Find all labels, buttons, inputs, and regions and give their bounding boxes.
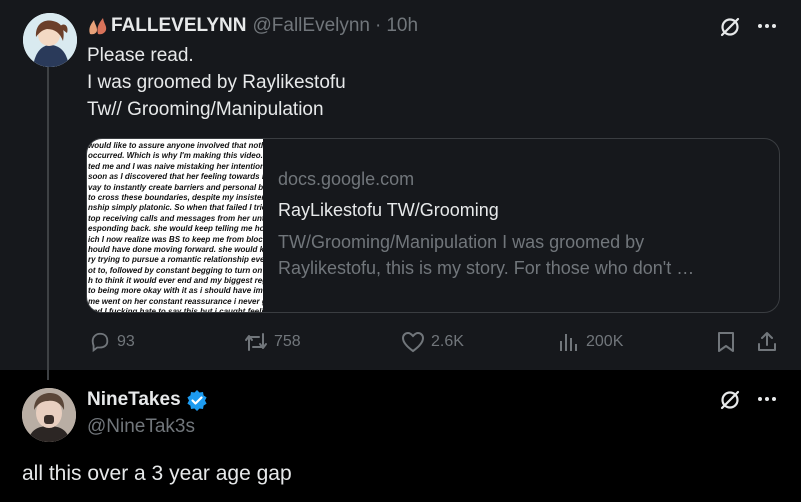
reply-avatar[interactable]	[22, 388, 76, 442]
document-thumbnail: would like to assure anyone involved tha…	[87, 139, 263, 312]
post-separator: ·	[375, 15, 382, 36]
link-title: RayLikestofu TW/Grooming	[278, 200, 499, 220]
thumbnail-text-line: soon as I discovered that her feeling to…	[88, 172, 263, 182]
reply-icon	[91, 332, 109, 353]
repost-button[interactable]: 758	[244, 331, 301, 353]
thumbnail-text-line: would like to assure anyone involved tha…	[88, 141, 263, 150]
views-button[interactable]: 200K	[558, 331, 623, 353]
like-button[interactable]: 2.6K	[401, 331, 464, 353]
thumbnail-text-line: and I fucking hate to say this but i cau…	[88, 307, 263, 312]
repost-icon	[245, 333, 267, 351]
views-count: 200K	[586, 333, 624, 350]
no-signal-icon[interactable]	[716, 387, 744, 413]
verified-icon	[186, 389, 208, 411]
reply-header: NineTakes	[87, 389, 208, 411]
share-icon[interactable]	[754, 329, 780, 355]
thumbnail-text-line: occurred. Which is why I'm making this v…	[88, 151, 263, 161]
avatar[interactable]	[23, 13, 77, 67]
post-text-line-1: Please read.	[87, 45, 194, 66]
thumbnail-text-line: ry trying to pursue a romantic relations…	[88, 255, 263, 265]
post-header: FALLEVELYNN @FallEvelynn · 10h	[87, 15, 418, 37]
thumbnail-text-line: esponding back. she would keep telling m…	[88, 224, 263, 234]
thumbnail-text-line: nship simply platonic. So when that fail…	[88, 203, 263, 213]
more-icon[interactable]	[754, 387, 780, 411]
link-preview-card[interactable]: would like to assure anyone involved tha…	[86, 138, 780, 313]
more-icon[interactable]	[754, 14, 780, 38]
thumbnail-text-line: h to think it would ever end and my bigg…	[88, 276, 263, 286]
reply-count: 93	[117, 333, 135, 350]
reply-handle-row: @NineTak3s	[87, 416, 195, 438]
link-domain: docs.google.com	[278, 169, 415, 189]
post-timestamp[interactable]: 10h	[386, 15, 418, 37]
thread-connector-line	[47, 66, 49, 380]
thumbnail-text-line: top receiving calls and messages from he…	[88, 213, 263, 223]
repost-count: 758	[274, 333, 301, 350]
views-icon	[560, 334, 577, 351]
bookmark-icon[interactable]	[714, 330, 738, 354]
like-icon	[401, 331, 425, 353]
reply-handle[interactable]: @NineTak3s	[87, 416, 195, 438]
thumbnail-text-line: to cross these boundaries, despite my in…	[88, 192, 263, 202]
post-text-line-3: Tw// Grooming/Manipulation	[87, 99, 324, 120]
reply-button[interactable]: 93	[89, 331, 135, 353]
thumbnail-text-line: vay to instantly create barriers and per…	[88, 182, 263, 192]
thumbnail-text-line: ted me and I was naive mistaking her int…	[88, 161, 263, 171]
thumbnail-text-line: me went on her constant reassurance i ne…	[88, 296, 263, 306]
post-handle[interactable]: @FallEvelynn	[253, 15, 371, 37]
reply-display-name[interactable]: NineTakes	[87, 389, 181, 411]
like-count: 2.6K	[431, 333, 464, 350]
flame-emoji-icon	[87, 16, 109, 36]
no-signal-icon[interactable]	[716, 14, 744, 40]
thumbnail-text-line: to being more okay with it as i should h…	[88, 286, 263, 296]
post-text-line-2: I was groomed by Raylikestofu	[87, 72, 346, 93]
reply-text: all this over a 3 year age gap	[22, 462, 292, 485]
link-description: TW/Grooming/Manipulation I was groomed b…	[278, 232, 695, 278]
post-display-name[interactable]: FALLEVELYNN	[111, 15, 247, 37]
thumbnail-text-line: hould have done moving forward. she woul…	[88, 244, 263, 254]
thumbnail-text-line: ich I now realize was BS to keep me from…	[88, 234, 263, 244]
thumbnail-text-line: ot to, followed by constant begging to t…	[88, 265, 263, 275]
